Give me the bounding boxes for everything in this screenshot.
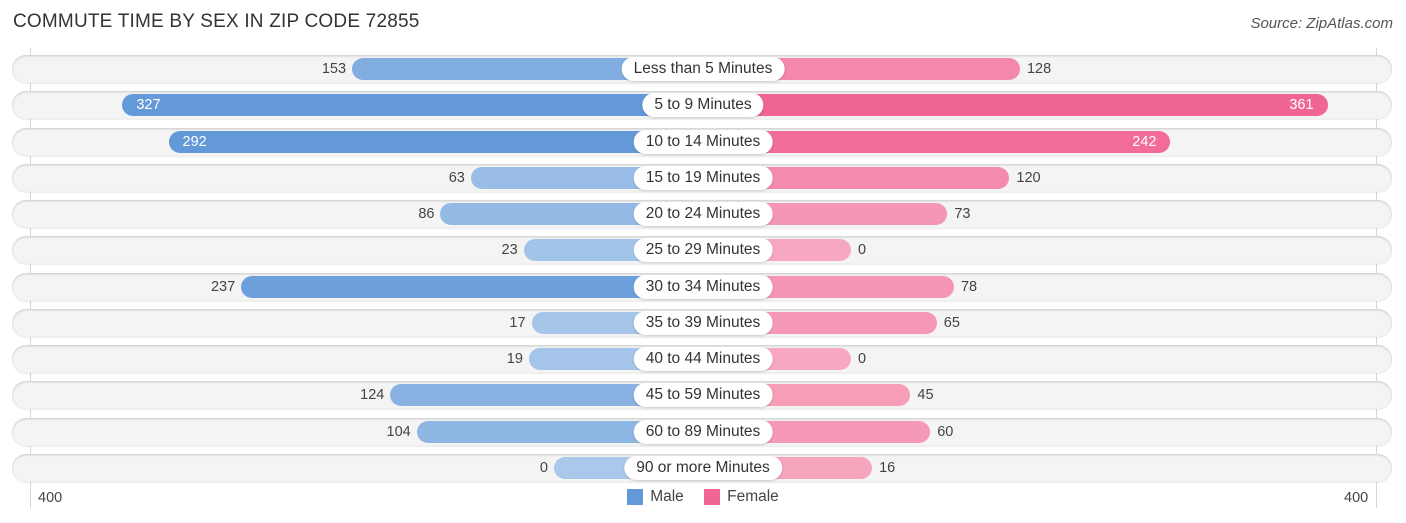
legend-item-female[interactable]: Female [704,488,779,506]
value-label-female: 242 [1132,134,1157,150]
value-label-female: 60 [937,424,954,440]
value-label-female: 73 [954,206,971,222]
bar-male[interactable] [168,131,703,153]
category-label: 40 to 44 Minutes [633,347,773,371]
value-label-female: 45 [917,387,934,403]
category-label: 90 or more Minutes [624,456,782,480]
value-label-male: 292 [182,134,207,150]
value-label-male: 153 [321,61,347,77]
legend-swatch-male [627,489,644,505]
category-label: 15 to 19 Minutes [633,166,773,190]
value-label-female: 65 [943,315,960,331]
value-label-female: 361 [1289,97,1314,113]
legend-item-male[interactable]: Male [627,488,684,506]
category-label: 20 to 24 Minutes [633,202,773,226]
legend: Male Female [0,488,1406,510]
value-label-male: 327 [136,97,161,113]
value-label-female: 120 [1016,170,1041,186]
value-label-female: 0 [858,242,867,258]
value-label-male: 104 [386,424,411,440]
value-label-female: 78 [960,279,978,295]
value-label-female: 128 [1026,61,1052,77]
category-label: 5 to 9 Minutes [642,93,764,117]
category-label: 60 to 89 Minutes [633,420,773,444]
category-label: 45 to 59 Minutes [633,383,773,407]
value-label-male: 237 [210,279,236,295]
legend-swatch-female [704,489,721,505]
chart-title: COMMUTE TIME BY SEX IN ZIP CODE 72855 [13,11,420,32]
legend-label-male: Male [650,488,684,505]
category-label: 35 to 39 Minutes [633,311,773,335]
value-label-female: 0 [858,351,867,367]
value-label-male: 17 [509,315,526,331]
value-label-female: 16 [879,460,896,476]
category-label: Less than 5 Minutes [621,57,785,81]
value-label-male: 0 [539,460,548,476]
category-label: 25 to 29 Minutes [633,238,773,262]
value-label-male: 86 [418,206,435,222]
source-label: Source: ZipAtlas.com [1250,15,1393,32]
bar-female[interactable] [703,94,1328,116]
value-label-male: 19 [506,351,523,367]
bar-male[interactable] [122,94,703,116]
value-label-male: 23 [501,242,518,258]
value-label-male: 124 [360,387,385,403]
legend-label-female: Female [727,488,779,505]
category-label: 10 to 14 Minutes [633,130,773,154]
value-label-male: 63 [448,170,465,186]
bar-female[interactable] [703,131,1171,153]
category-label: 30 to 34 Minutes [633,275,773,299]
